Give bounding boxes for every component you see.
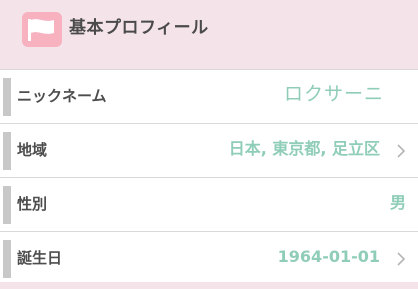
gender-value: 男 [389, 193, 406, 212]
birthday-label: 誕生日 [17, 249, 63, 267]
profile-list: ニックネーム ロクサーニ 地域 日本, 東京都, 足立区 性別 男 誕生日 19… [0, 69, 418, 282]
nickname-row[interactable]: ニックネーム ロクサーニ [0, 69, 418, 123]
flag-icon [22, 12, 62, 47]
birthday-value: 1964-01-01 [277, 247, 380, 266]
gender-label: 性別 [17, 195, 48, 213]
region-label: 地域 [17, 141, 48, 159]
gender-row: 性別 男 [0, 177, 418, 231]
row-marker [3, 240, 11, 278]
row-marker [3, 132, 11, 170]
nickname-label: ニックネーム [17, 87, 107, 105]
row-marker [3, 186, 11, 224]
nickname-value: ロクサーニ [283, 83, 384, 105]
section-header: 基本プロフィール [0, 0, 418, 66]
row-marker [3, 78, 11, 116]
region-row[interactable]: 地域 日本, 東京都, 足立区 [0, 123, 418, 177]
bottom-divider [0, 282, 418, 289]
chevron-right-icon [397, 144, 406, 158]
region-value: 日本, 東京都, 足立区 [228, 139, 380, 158]
birthday-row[interactable]: 誕生日 1964-01-01 [0, 231, 418, 282]
section-title: 基本プロフィール [69, 18, 209, 38]
chevron-right-icon [397, 252, 406, 266]
